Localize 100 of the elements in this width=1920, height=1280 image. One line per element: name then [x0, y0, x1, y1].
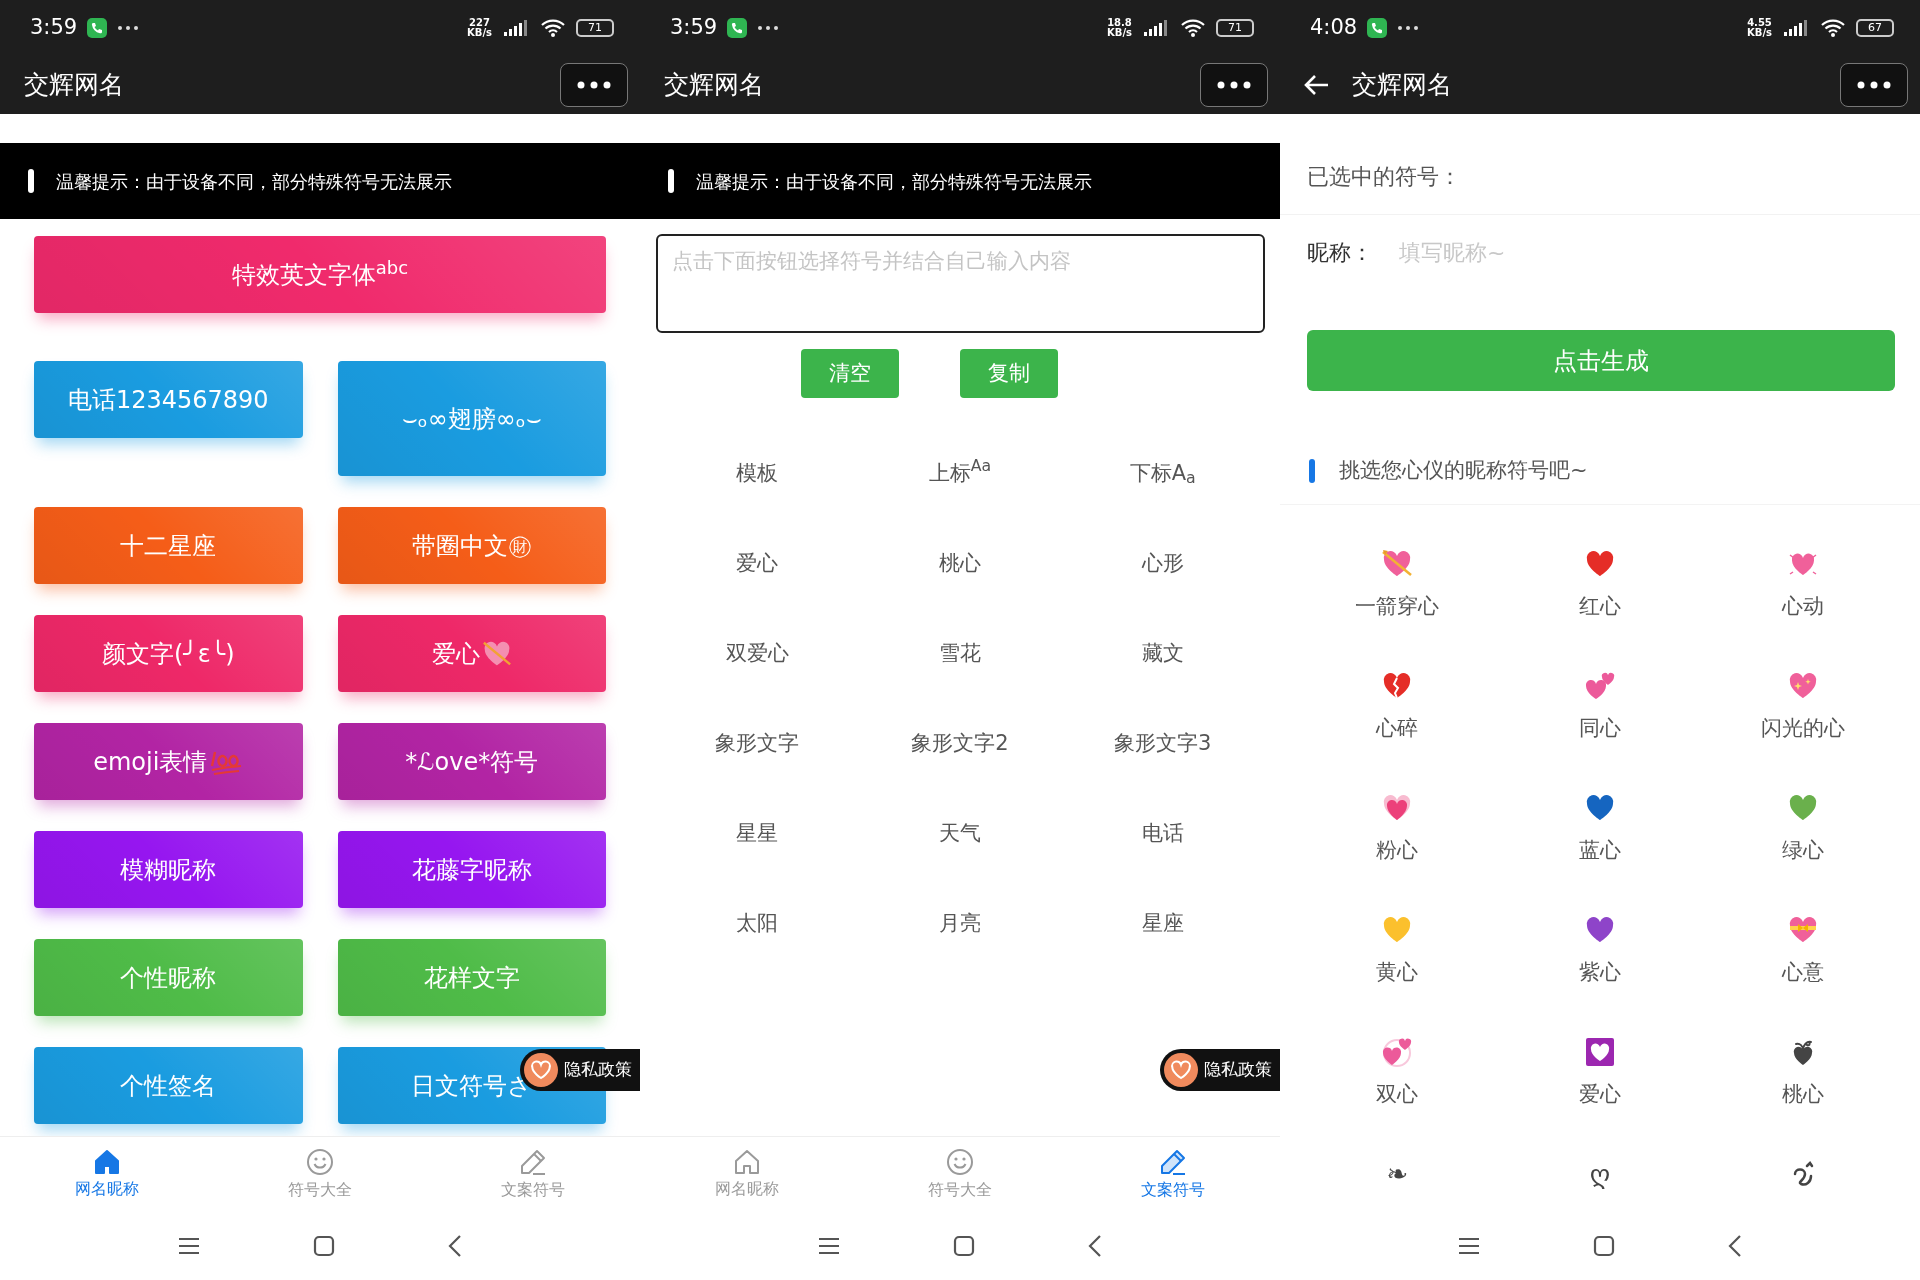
battery-icon: 71 [1216, 19, 1254, 37]
privacy-policy-toast[interactable]: 隐私政策 [1160, 1049, 1280, 1091]
category-button[interactable]: 桃心 [858, 519, 1062, 609]
more-notifications-icon [117, 25, 140, 31]
home-square-icon[interactable] [953, 1235, 975, 1257]
feature-button[interactable]: 模糊昵称 [34, 831, 303, 908]
symbol-label: 心碎 [1376, 715, 1419, 741]
feature-button[interactable]: 颜文字(╯ε╰) [34, 615, 303, 692]
symbol-option[interactable]: 紫心 [1498, 895, 1702, 1017]
home-icon [732, 1148, 761, 1175]
symbol-option[interactable]: 蓝心 [1498, 773, 1702, 895]
symbol-glyph: ღ [1589, 1158, 1611, 1190]
battery-icon: 71 [576, 19, 614, 37]
more-menu-button[interactable] [1200, 63, 1268, 107]
symbol-option[interactable]: 桃心 [1701, 1017, 1904, 1139]
more-menu-button[interactable] [560, 63, 628, 107]
more-icon [577, 81, 611, 89]
feature-button[interactable]: 花藤字昵称 [337, 831, 606, 908]
category-button[interactable]: 象形文字2 [858, 699, 1062, 789]
category-button[interactable]: 双爱心 [656, 609, 859, 699]
back-icon[interactable] [1087, 1234, 1103, 1258]
speed-unit: KB/s [1747, 28, 1772, 38]
menu-icon[interactable] [1457, 1236, 1481, 1256]
category-button[interactable]: 天气 [858, 789, 1062, 879]
speed-unit: KB/s [1107, 28, 1132, 38]
category-button[interactable]: 下标A$_{a}$ [1061, 429, 1264, 519]
symbol-option[interactable]: 同心 [1498, 651, 1702, 773]
text-input-field[interactable]: 点击下面按钮选择符号并结合自己输入内容 [656, 234, 1265, 333]
status-time: 4:08 [1310, 14, 1358, 42]
symbol-option[interactable]: 粉心 [1296, 773, 1499, 895]
symbol-label: 桃心 [1781, 1081, 1824, 1107]
more-icon [1217, 81, 1251, 89]
more-notifications-icon [1397, 25, 1420, 31]
category-button[interactable]: 电话 [1061, 789, 1264, 879]
smiley-icon [946, 1147, 974, 1176]
symbol-label: 绿心 [1781, 837, 1824, 863]
network-speed: 4.55 [1747, 18, 1772, 28]
network-speed: 18.8 [1107, 18, 1132, 28]
more-icon [1857, 81, 1891, 89]
category-button[interactable]: 上标$^{Aa}$ [858, 429, 1062, 519]
back-icon[interactable] [1727, 1234, 1743, 1258]
notice-text: 温馨提示：由于设备不同，部分特殊符号无法展示 [696, 169, 1092, 194]
feature-button[interactable]: 特效英文字体$^{abc}$ [34, 236, 606, 313]
home-square-icon[interactable] [1593, 1235, 1615, 1257]
symbol-option[interactable]: ღ [1498, 1139, 1702, 1212]
notice-marker [668, 169, 674, 193]
selected-symbols-label: 已选中的符号： [1280, 114, 1920, 215]
tab[interactable]: 文案符号 [1066, 1137, 1280, 1212]
smiley-icon [306, 1147, 334, 1176]
category-button[interactable]: 模板 [656, 429, 859, 519]
symbol-option[interactable]: 心意 [1701, 895, 1904, 1017]
status-time: 3:59 [30, 14, 78, 42]
more-notifications-icon [757, 25, 780, 31]
symbol-option[interactable]: 红心 [1498, 529, 1702, 651]
symbol-label: 红心 [1579, 593, 1621, 619]
feature-button[interactable]: *ℒove*符号 [337, 723, 606, 800]
symbol-option[interactable]: 一箭穿心 [1296, 529, 1499, 651]
symbol-option[interactable]: 双心 [1296, 1017, 1499, 1139]
category-button[interactable]: 星星 [656, 789, 859, 879]
feature-button[interactable]: emoji表情 [34, 723, 303, 800]
symbol-option[interactable]: 闪光的心 [1701, 651, 1904, 773]
notice-marker [28, 169, 34, 193]
feature-button[interactable]: 爱心 [337, 615, 606, 692]
symbol-label: 一箭穿心 [1355, 593, 1440, 619]
back-icon[interactable] [447, 1234, 463, 1258]
back-arrow-icon[interactable] [1304, 74, 1330, 96]
symbol-option[interactable]: 心碎 [1296, 651, 1499, 773]
category-button[interactable]: 爱心 [656, 519, 859, 609]
section-marker [1309, 459, 1315, 483]
category-button[interactable]: 藏文 [1061, 609, 1264, 699]
symbol-option[interactable]: 爱心 [1498, 1017, 1702, 1139]
symbol-label: 紫心 [1579, 959, 1621, 985]
home-square-icon[interactable] [313, 1235, 335, 1257]
speed-unit: KB/s [467, 28, 492, 38]
symbol-option[interactable]: 心动 [1701, 529, 1904, 651]
category-button[interactable]: 太阳 [656, 879, 859, 969]
symbol-option[interactable]: ❧ [1296, 1139, 1499, 1212]
menu-icon[interactable] [177, 1236, 201, 1256]
app-title: 交辉网名 [1352, 69, 1452, 102]
symbol-option[interactable]: 绿心 [1701, 773, 1904, 895]
section-title: 挑选您心仪的昵称符号吧~ [1339, 457, 1588, 485]
signal-icon [1782, 19, 1810, 37]
category-button[interactable]: 雪花 [858, 609, 1062, 699]
symbol-label: 黄心 [1376, 959, 1419, 985]
call-icon [87, 18, 108, 38]
category-button[interactable]: 星座 [1061, 879, 1264, 969]
nickname-label: 昵称： [1307, 239, 1373, 267]
category-button[interactable]: 月亮 [858, 879, 1062, 969]
category-button[interactable]: 心形 [1061, 519, 1264, 609]
network-speed: 227 [469, 18, 490, 28]
menu-icon[interactable] [817, 1236, 841, 1256]
category-button[interactable]: 象形文字 [656, 699, 859, 789]
symbol-option[interactable]: 黄心 [1296, 895, 1499, 1017]
category-button[interactable]: 象形文字3 [1061, 699, 1264, 789]
wifi-icon [1180, 18, 1206, 38]
more-menu-button[interactable] [1840, 63, 1908, 107]
symbol-label: 闪光的心 [1760, 715, 1845, 741]
symbol-label: 爱心 [1579, 1081, 1621, 1107]
signal-icon [502, 19, 530, 37]
tab[interactable]: 网名昵称 [0, 1137, 214, 1212]
